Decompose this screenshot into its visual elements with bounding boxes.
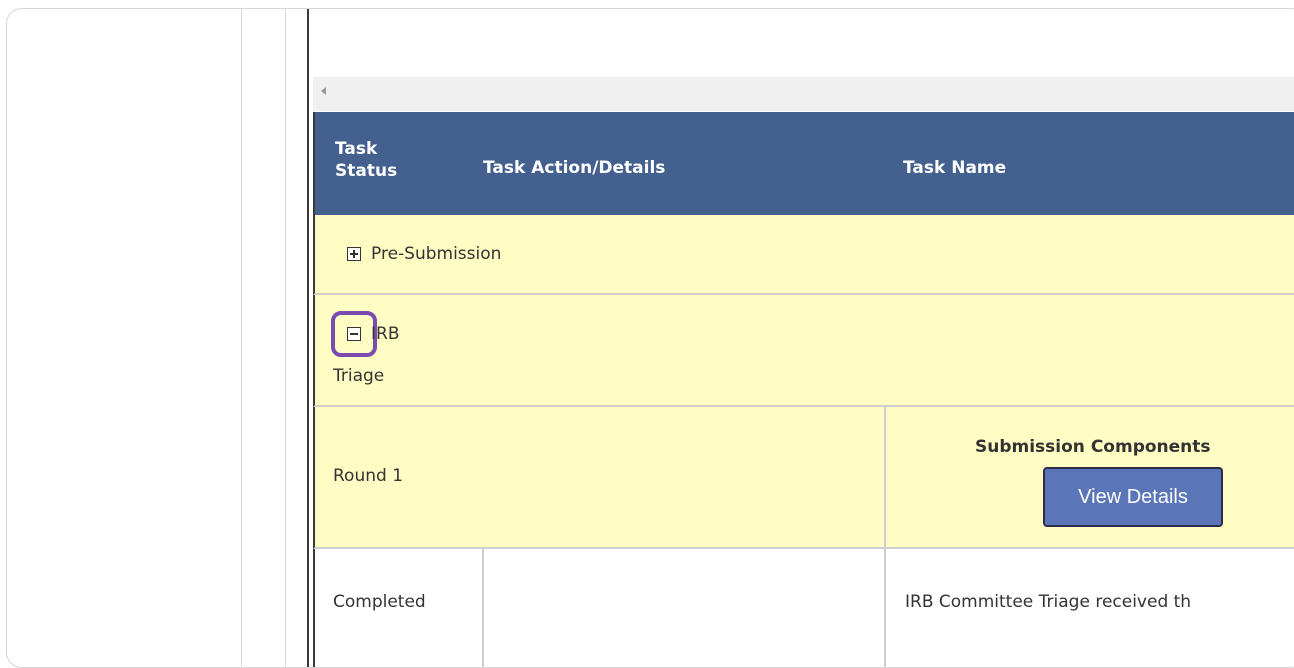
table-header: Task Status Task Action/Details Task Nam… bbox=[313, 112, 1294, 215]
divider-line bbox=[241, 9, 242, 667]
plus-box-icon[interactable] bbox=[347, 247, 361, 261]
task-table: Task Status Task Action/Details Task Nam… bbox=[313, 112, 1294, 667]
group-label: Pre-Submission bbox=[371, 244, 502, 264]
round-row: Round 1 Submission Components View Detai… bbox=[313, 407, 1294, 549]
task-status: Completed bbox=[333, 592, 426, 612]
submission-components-title: Submission Components bbox=[975, 437, 1211, 457]
action-cell bbox=[484, 549, 886, 667]
column-header-task-name: Task Name bbox=[903, 158, 1007, 178]
task-name: IRB Committee Triage received th bbox=[905, 592, 1192, 612]
view-details-button[interactable]: View Details bbox=[1043, 467, 1223, 527]
screenshot-frame: Task Status Task Action/Details Task Nam… bbox=[6, 8, 1294, 668]
group-label: IRB bbox=[371, 324, 400, 344]
group-label-continued: Triage bbox=[333, 366, 385, 386]
group-row-pre-submission[interactable]: Pre-Submission bbox=[313, 215, 1294, 295]
table-row: Completed IRB Committee Triage received … bbox=[313, 549, 1294, 667]
caret-left-icon[interactable] bbox=[321, 87, 326, 95]
column-header-task-action: Task Action/Details bbox=[483, 158, 666, 178]
column-header-task-status: Task Status bbox=[335, 139, 398, 181]
panel-border bbox=[307, 9, 309, 667]
group-row-irb-triage[interactable]: IRB Triage bbox=[313, 295, 1294, 407]
horizontal-scrollbar[interactable] bbox=[313, 77, 1294, 111]
divider-line bbox=[285, 9, 286, 667]
round-label: Round 1 bbox=[333, 466, 404, 486]
